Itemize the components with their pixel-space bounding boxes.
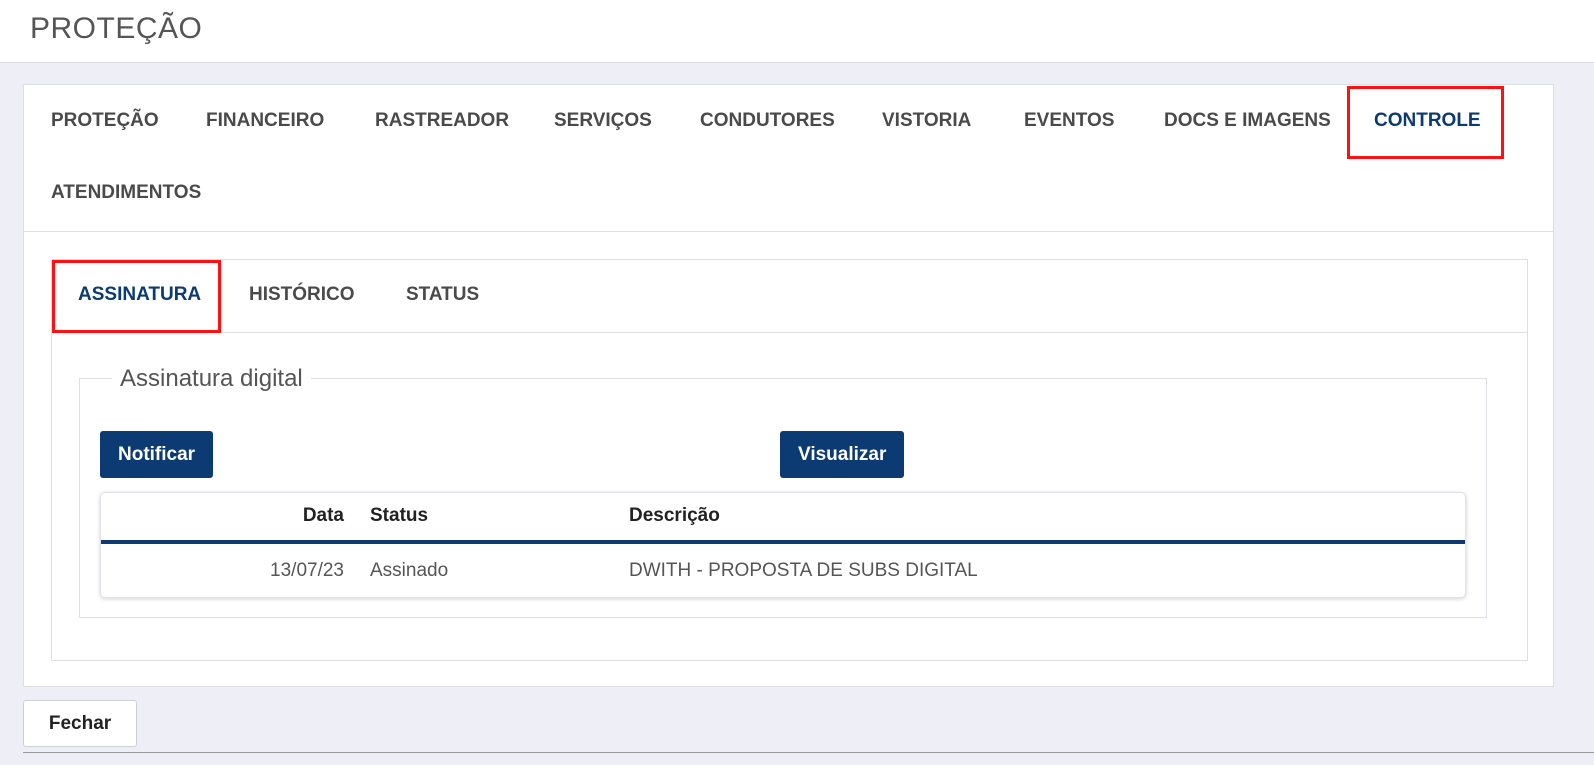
bottom-divider — [23, 752, 1594, 753]
close-button[interactable]: Fechar — [23, 700, 137, 747]
sub-tab-bar: ASSINATURA HISTÓRICO STATUS — [52, 260, 1527, 333]
cell-status: Assinado — [370, 560, 449, 581]
tab-servicos[interactable]: SERVIÇOS — [554, 106, 652, 136]
signature-fieldset: Assinatura digital Notificar Visualizar … — [79, 365, 1487, 618]
tab-eventos[interactable]: EVENTOS — [1024, 106, 1114, 136]
column-header-description: Descrição — [629, 505, 720, 526]
main-card: PROTEÇÃO FINANCEIRO RASTREADOR SERVIÇOS … — [23, 84, 1554, 687]
tab-protecao[interactable]: PROTEÇÃO — [51, 106, 159, 136]
tab-assinatura[interactable]: ASSINATURA — [78, 280, 201, 310]
tab-docs-e-imagens[interactable]: DOCS E IMAGENS — [1164, 106, 1331, 136]
tab-rastreador[interactable]: RASTREADOR — [375, 106, 509, 136]
tab-atendimentos[interactable]: ATENDIMENTOS — [51, 178, 201, 208]
page-header: PROTEÇÃO — [0, 0, 1594, 63]
sub-card: ASSINATURA HISTÓRICO STATUS Assinatura d… — [51, 259, 1528, 661]
column-header-date: Data — [302, 505, 344, 526]
cell-description: DWITH - PROPOSTA DE SUBS DIGITAL — [629, 560, 978, 581]
tab-controle[interactable]: CONTROLE — [1374, 106, 1481, 136]
table-header: Data Status Descrição — [101, 493, 1465, 544]
tab-vistoria[interactable]: VISTORIA — [882, 106, 971, 136]
tab-historico[interactable]: HISTÓRICO — [249, 280, 355, 310]
tab-financeiro[interactable]: FINANCEIRO — [206, 106, 324, 136]
main-tab-bar: PROTEÇÃO FINANCEIRO RASTREADOR SERVIÇOS … — [24, 85, 1553, 232]
tab-condutores[interactable]: CONDUTORES — [700, 106, 835, 136]
column-header-status: Status — [370, 505, 429, 526]
view-button[interactable]: Visualizar — [780, 431, 905, 478]
page-title: PROTEÇÃO — [30, 12, 203, 45]
signature-table: Data Status Descrição 13/07/23 Assinado … — [100, 492, 1466, 598]
tab-status[interactable]: STATUS — [406, 280, 479, 310]
cell-date: 13/07/23 — [270, 560, 344, 581]
fieldset-legend: Assinatura digital — [112, 365, 311, 393]
notify-button[interactable]: Notificar — [100, 431, 214, 478]
table-row[interactable]: 13/07/23 Assinado DWITH - PROPOSTA DE SU… — [101, 548, 1465, 598]
